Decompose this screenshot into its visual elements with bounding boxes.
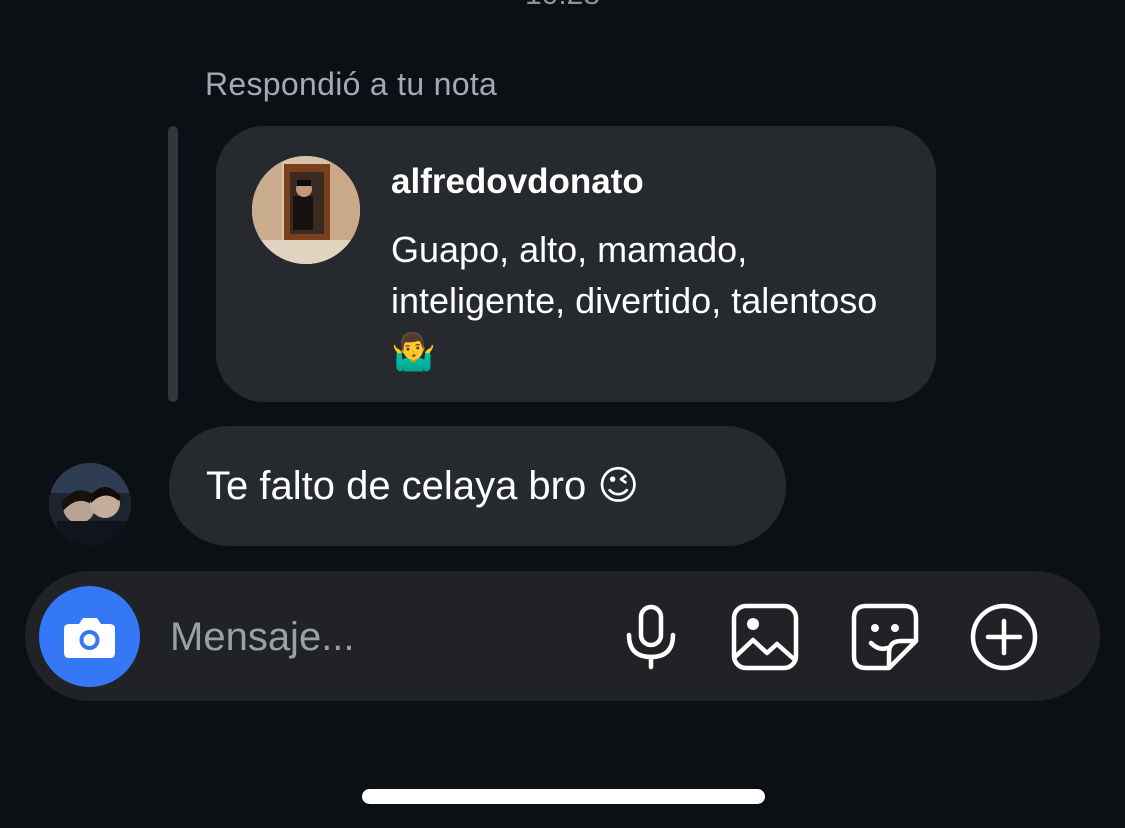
reply-context-caption: Respondió a tu nota <box>205 66 498 102</box>
note-author-username[interactable]: alfredovdonato <box>391 162 644 202</box>
plus-circle-icon[interactable] <box>968 601 1040 673</box>
camera-button[interactable] <box>39 586 140 687</box>
gallery-icon[interactable] <box>729 601 801 673</box>
message-timestamp: 10:28 <box>0 0 1125 12</box>
message-text: Te falto de celaya bro 😉 <box>206 464 640 508</box>
received-message-bubble[interactable]: Te falto de celaya bro 😉 <box>169 426 786 546</box>
note-text: Guapo, alto, mamado, inteligente, divert… <box>391 229 878 372</box>
camera-icon <box>64 618 115 658</box>
replied-note-card[interactable]: alfredovdonato Guapo, alto, mamado, inte… <box>216 126 936 402</box>
dm-conversation-screen: 10:28 Respondió a tu nota alfredovdonato… <box>0 0 1125 828</box>
sender-avatar[interactable] <box>49 463 131 545</box>
microphone-icon[interactable] <box>615 601 687 673</box>
message-input[interactable]: Mensaje... <box>170 609 590 665</box>
sticker-icon[interactable] <box>849 601 921 673</box>
home-indicator[interactable] <box>362 789 765 804</box>
note-author-avatar[interactable] <box>252 156 360 264</box>
avatar-photo <box>252 156 360 264</box>
sender-avatar-photo <box>49 463 131 545</box>
reply-quote-bar <box>168 126 178 402</box>
message-composer: Mensaje... <box>25 571 1100 701</box>
